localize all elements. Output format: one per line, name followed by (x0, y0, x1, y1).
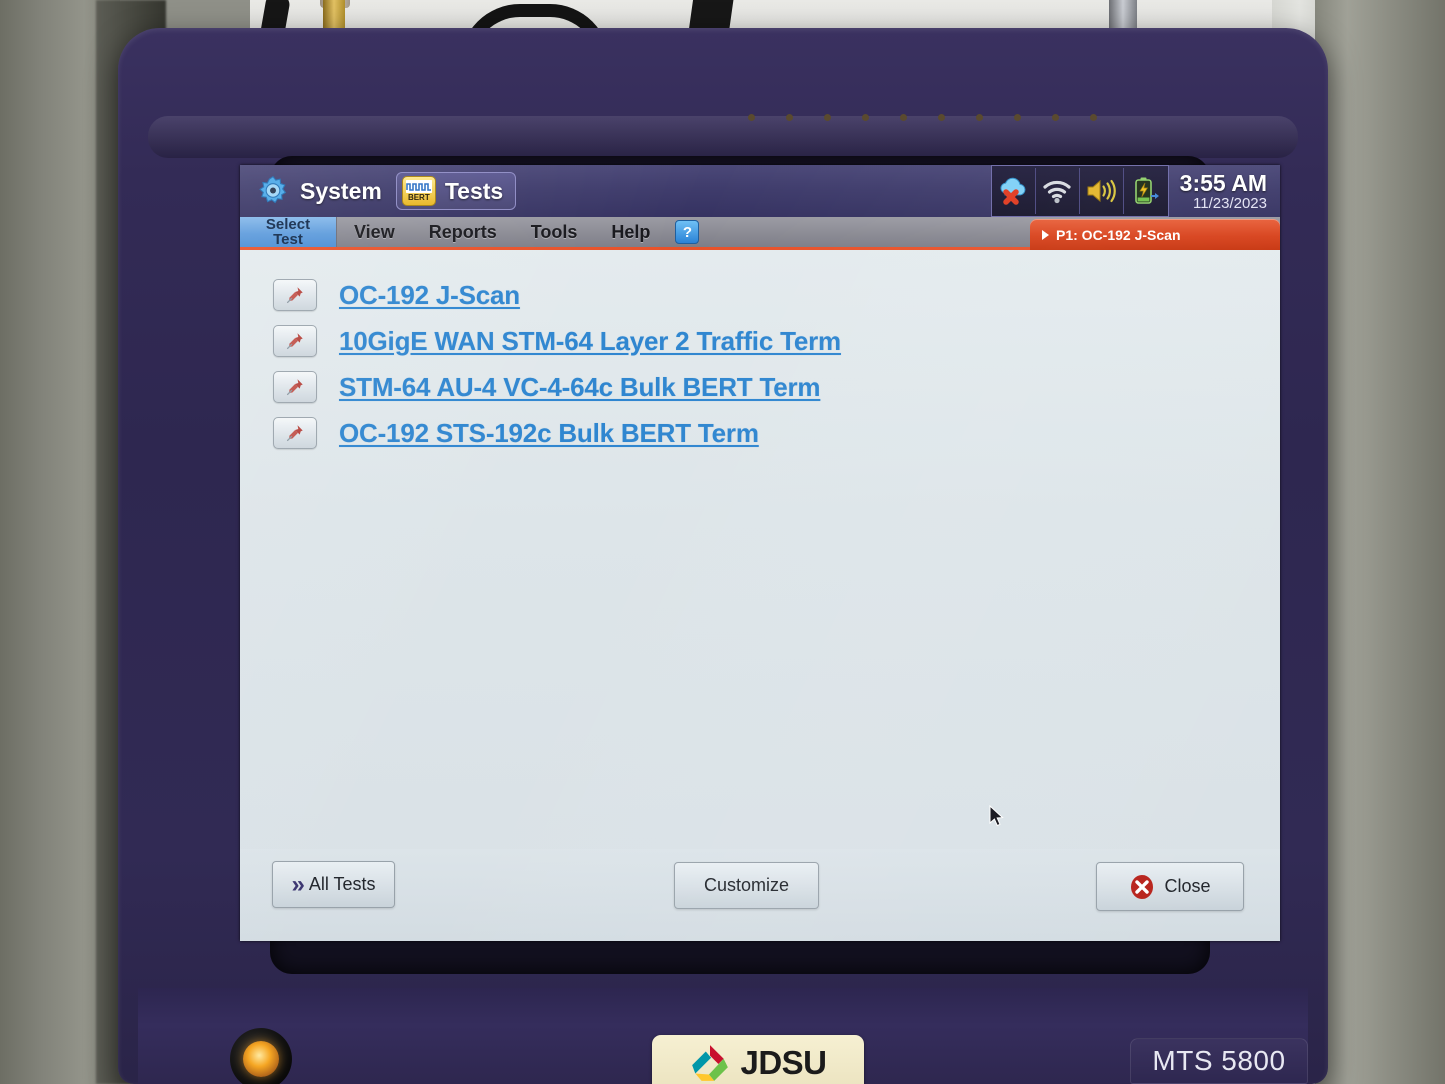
jdsu-logo-badge: JDSU (652, 1035, 864, 1084)
close-circle-icon (1131, 874, 1154, 899)
pin-icon (286, 287, 303, 304)
menu-item-view[interactable]: View (337, 217, 412, 247)
port-tab-p1[interactable]: P1: OC-192 J-Scan (1030, 219, 1280, 250)
status-icon-group (990, 165, 1169, 217)
list-item[interactable]: OC-192 J-Scan (240, 272, 1280, 318)
test-link[interactable]: OC-192 STS-192c Bulk BERT Term (339, 418, 759, 449)
pin-button[interactable] (273, 371, 317, 403)
system-button[interactable]: System (240, 174, 382, 208)
lcd-screen: System BERT Tests 3:55 AM 11/23/2023 Sel… (240, 165, 1280, 941)
all-tests-button[interactable]: » All Tests (272, 861, 395, 908)
clock: 3:55 AM 11/23/2023 (1169, 165, 1280, 217)
tab-select-test-line2: Test (273, 231, 303, 248)
tab-select-test-line1: Select (265, 216, 311, 233)
port-tab-label: P1: OC-192 J-Scan (1056, 226, 1181, 243)
bert-icon: BERT (401, 176, 436, 206)
all-tests-label: All Tests (308, 874, 376, 894)
tests-button[interactable]: BERT Tests (395, 172, 517, 210)
close-label: Close (1164, 876, 1211, 896)
gear-icon (259, 175, 287, 204)
tests-label: Tests (444, 177, 504, 204)
waveform-icon (405, 180, 432, 193)
jdsu-wordmark: JDSU (740, 1044, 827, 1081)
close-button[interactable]: Close (1096, 862, 1244, 911)
device-screw-row (748, 114, 1128, 122)
pin-button[interactable] (273, 417, 317, 449)
menu-item-reports[interactable]: Reports (412, 217, 514, 247)
test-list-area: OC-192 J-Scan 10GigE WAN STM-64 Layer 2 … (240, 250, 1280, 941)
test-link[interactable]: 10GigE WAN STM-64 Layer 2 Traffic Term (339, 326, 841, 357)
mouse-cursor (989, 805, 1004, 827)
cloud-disconnected-icon[interactable] (992, 168, 1036, 214)
wifi-icon[interactable] (1036, 168, 1080, 214)
pin-button[interactable] (273, 325, 317, 357)
customize-button[interactable]: Customize (674, 862, 819, 909)
pin-icon (286, 379, 303, 396)
help-question-icon[interactable]: ? (675, 220, 700, 244)
pin-button[interactable] (273, 279, 317, 311)
status-tray: 3:55 AM 11/23/2023 (990, 165, 1280, 217)
jdsu-diamond-icon (692, 1045, 729, 1081)
menu-item-help[interactable]: Help (594, 217, 667, 247)
rubber-boot-right (1315, 0, 1445, 1084)
tab-select-test[interactable]: Select Test (240, 217, 337, 247)
device-model-label: MTS 5800 (1130, 1038, 1308, 1084)
clock-date: 11/23/2023 (1193, 194, 1267, 212)
pin-icon (286, 425, 303, 442)
list-item[interactable]: STM-64 AU-4 VC-4-64c Bulk BERT Term (240, 364, 1280, 410)
menu-item-tools[interactable]: Tools (514, 217, 595, 247)
list-item[interactable]: 10GigE WAN STM-64 Layer 2 Traffic Term (240, 318, 1280, 364)
test-link[interactable]: OC-192 J-Scan (339, 280, 520, 311)
test-link[interactable]: STM-64 AU-4 VC-4-64c Bulk BERT Term (339, 372, 821, 403)
list-item[interactable]: OC-192 STS-192c Bulk BERT Term (240, 410, 1280, 456)
system-label: System (300, 177, 382, 204)
battery-charging-icon[interactable] (1124, 168, 1168, 214)
status-led (243, 1041, 279, 1077)
bottom-button-bar: » All Tests Customize Close (240, 849, 1280, 941)
clock-time: 3:55 AM (1179, 169, 1267, 196)
pin-icon (286, 333, 303, 350)
title-bar: System BERT Tests 3:55 AM 11/23/2023 (240, 165, 1280, 217)
device-top-ridge (148, 116, 1298, 158)
bert-icon-word: BERT (407, 193, 430, 202)
volume-icon[interactable] (1080, 168, 1124, 214)
chevron-right-icon (1042, 229, 1049, 240)
photograph-of-device: JDSU MTS 5800 System BERT Tests 3:55 AM … (0, 0, 1445, 1084)
double-chevron-right-icon: » (291, 870, 305, 898)
customize-label: Customize (703, 875, 790, 895)
menu-bar: Select Test View Reports Tools Help ? P1… (240, 217, 1280, 250)
